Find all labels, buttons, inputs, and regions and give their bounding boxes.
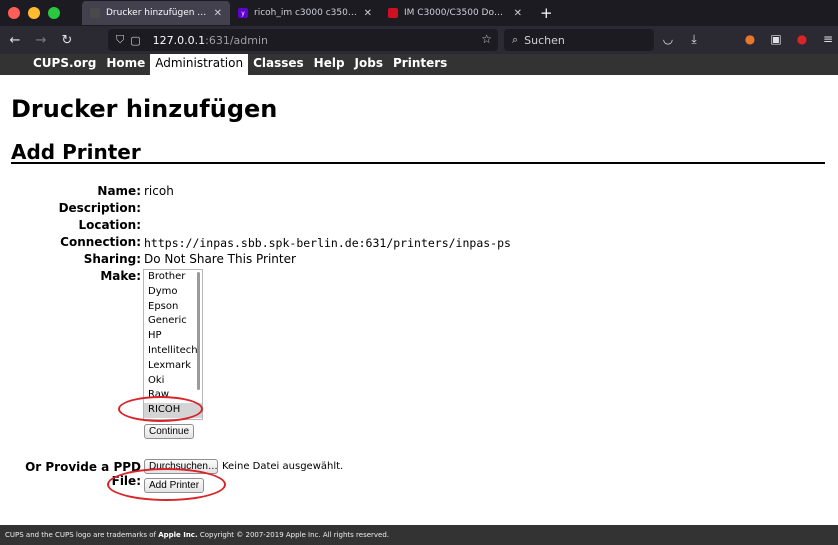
browser-tab-ricoh[interactable]: IM C3000/C3500 Downloads | R ✕ [380,1,530,25]
tab-title: Drucker hinzufügen - CUPS 2.3 [106,8,208,18]
ricoh-favicon-icon [388,8,398,18]
yahoo-favicon-icon: y [238,8,248,18]
url-host: 127.0.0.1 [152,33,206,47]
browser-tab-cups[interactable]: Drucker hinzufügen - CUPS 2.3 ✕ [82,1,230,25]
connection-label: Connection: [60,235,141,249]
cups-favicon-icon [90,8,100,18]
make-option-generic[interactable]: Generic [144,314,202,329]
shield-icon[interactable]: ⛉ [116,33,124,47]
cups-navigation: CUPS.org Home Administration Classes Hel… [0,54,838,75]
minimize-window-button[interactable] [28,7,40,19]
make-option-lexmark[interactable]: Lexmark [144,359,202,374]
connection-value: https://inpas.sbb.spk-berlin.de:631/prin… [144,236,511,250]
make-option-oki[interactable]: Oki [144,374,202,389]
make-option-dymo[interactable]: Dymo [144,285,202,300]
close-tab-icon[interactable]: ✕ [214,8,222,19]
page-icon: ▢ [130,33,141,47]
no-file-selected-text: Keine Datei ausgewählt. [222,461,344,472]
sharing-value: Do Not Share This Printer [144,252,296,266]
page-footer: CUPS and the CUPS logo are trademarks of… [0,525,838,545]
search-field[interactable]: ⌕ Suchen [504,29,654,51]
make-option-intellitech[interactable]: Intellitech [144,344,202,359]
name-value: ricoh [144,184,174,198]
make-label: Make: [100,269,141,283]
close-window-button[interactable] [8,7,20,19]
toolbar-icons: ◡ ⤓ ● ▣ ● ≡ [660,31,836,47]
section-title: Add Printer [11,140,141,164]
close-tab-icon[interactable]: ✕ [364,8,372,19]
continue-button[interactable]: Continue [144,424,195,439]
extension-colors-icon[interactable]: ● [742,31,758,47]
menu-hamburger-icon[interactable]: ≡ [820,31,836,47]
search-placeholder: Suchen [524,33,565,47]
annotation-circle-add-printer [107,468,226,501]
location-label: Location: [78,218,141,232]
nav-help[interactable]: Help [309,54,350,75]
close-tab-icon[interactable]: ✕ [514,8,522,19]
browser-tab-bar: Drucker hinzufügen - CUPS 2.3 ✕ y ricoh_… [0,0,838,26]
page-title: Drucker hinzufügen [11,95,278,123]
make-option-brother[interactable]: Brother [144,270,202,285]
new-tab-plus-icon[interactable]: + [540,4,553,22]
heading-divider [11,162,825,164]
annotation-circle-ricoh [118,396,203,422]
nav-cups-org[interactable]: CUPS.org [28,54,101,75]
footer-text: CUPS and the CUPS logo are trademarks of [5,531,159,539]
tab-title: ricoh_im c3000 c3500 dmg - Ya [254,8,358,18]
extension-screenshot-icon[interactable]: ▣ [768,31,784,47]
footer-company: Apple Inc. [158,531,198,539]
nav-printers[interactable]: Printers [388,54,452,75]
nav-jobs[interactable]: Jobs [350,54,388,75]
back-arrow-icon[interactable]: ← [2,33,28,48]
footer-copyright: Copyright © 2007-2019 Apple Inc. All rig… [197,531,390,539]
bookmark-star-icon[interactable]: ☆ [481,32,492,46]
ublock-icon[interactable]: ● [794,31,810,47]
browser-tab-yahoo[interactable]: y ricoh_im c3000 c3500 dmg - Ya ✕ [230,1,380,25]
download-icon[interactable]: ⤓ [686,31,702,47]
nav-home[interactable]: Home [101,54,150,75]
forward-arrow-icon[interactable]: → [28,33,54,48]
reload-icon[interactable]: ↻ [54,33,80,48]
name-label: Name: [97,184,141,198]
pocket-icon[interactable]: ◡ [660,31,676,47]
window-controls [8,7,60,19]
zoom-window-button[interactable] [48,7,60,19]
url-path: :631/admin [205,33,269,47]
make-option-hp[interactable]: HP [144,329,202,344]
sharing-label: Sharing: [83,252,141,266]
nav-administration[interactable]: Administration [150,54,249,75]
description-label: Description: [58,201,141,215]
listbox-scrollbar[interactable] [197,272,200,390]
nav-classes[interactable]: Classes [248,54,309,75]
tab-title: IM C3000/C3500 Downloads | R [404,8,508,18]
make-option-epson[interactable]: Epson [144,300,202,315]
search-icon: ⌕ [512,33,519,46]
url-bar[interactable]: ⛉ ▢ 127.0.0.1:631/admin ☆ [108,29,498,51]
